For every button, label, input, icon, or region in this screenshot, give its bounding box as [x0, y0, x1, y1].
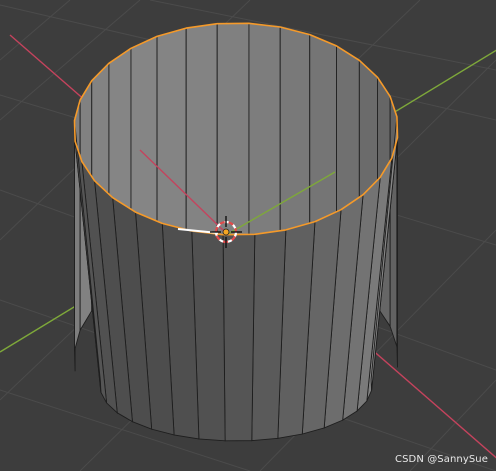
origin-dot — [222, 228, 230, 236]
inner-face — [248, 22, 281, 258]
watermark-text: CSDN @SannySue — [395, 454, 488, 465]
inner-face — [396, 116, 398, 368]
grid-line — [0, 0, 71, 61]
3d-viewport[interactable]: CSDN @SannySue — [0, 0, 496, 471]
inner-face — [185, 23, 218, 259]
viewport-scene[interactable] — [0, 0, 496, 471]
outer-face[interactable] — [222, 233, 256, 442]
inner-face — [216, 22, 250, 255]
